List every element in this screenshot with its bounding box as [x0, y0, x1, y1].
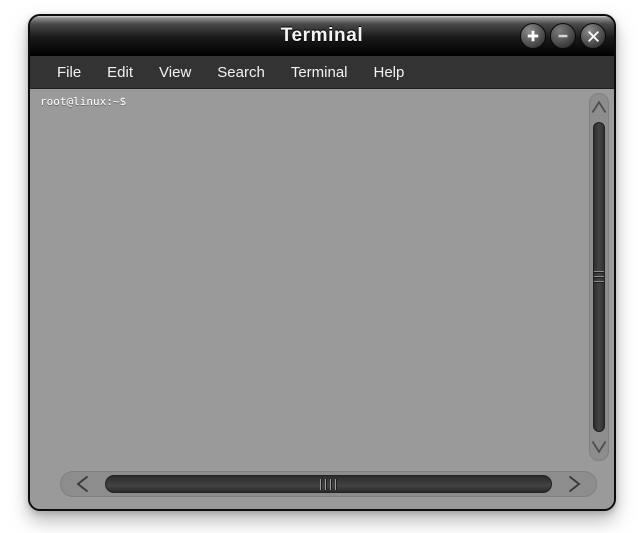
chevron-up-icon — [591, 100, 607, 114]
title-bar[interactable]: Terminal — [30, 16, 614, 56]
menu-item-file[interactable]: File — [44, 61, 94, 84]
vertical-scroll-track[interactable] — [590, 118, 608, 436]
maximize-button[interactable] — [520, 23, 546, 49]
vertical-thumb-grip — [594, 271, 604, 283]
scroll-down-button[interactable] — [590, 436, 608, 458]
horizontal-thumb-grip — [320, 478, 337, 490]
menu-item-edit[interactable]: Edit — [94, 61, 146, 84]
menu-item-terminal[interactable]: Terminal — [278, 61, 361, 84]
vertical-scrollbar-trough[interactable] — [589, 93, 609, 461]
horizontal-scrollbar-trough[interactable] — [60, 471, 597, 497]
menu-item-help[interactable]: Help — [361, 61, 418, 84]
terminal-output-area[interactable]: root@linux:~$ — [30, 89, 586, 465]
scroll-right-button[interactable] — [554, 472, 594, 496]
chevron-left-icon — [75, 475, 91, 493]
page-title: Terminal — [280, 25, 364, 46]
terminal-body: root@linux:~$ — [30, 89, 614, 465]
scroll-up-button[interactable] — [590, 96, 608, 118]
horizontal-scroll-track[interactable] — [103, 472, 554, 496]
scroll-left-button[interactable] — [63, 472, 103, 496]
close-button[interactable] — [580, 23, 606, 49]
plus-icon — [526, 29, 540, 43]
minimize-button[interactable] — [550, 23, 576, 49]
vertical-scroll-thumb[interactable] — [593, 122, 605, 432]
horizontal-scrollbar[interactable] — [30, 465, 614, 509]
chevron-down-icon — [591, 440, 607, 454]
terminal-window: Terminal File Edit View Search Terminal … — [28, 14, 616, 511]
shell-prompt: root@linux:~$ — [40, 95, 127, 108]
minus-icon — [556, 29, 570, 43]
window-controls — [520, 23, 606, 49]
vertical-scrollbar[interactable] — [586, 89, 614, 465]
chevron-right-icon — [566, 475, 582, 493]
horizontal-scroll-thumb[interactable] — [105, 475, 552, 493]
menu-bar: File Edit View Search Terminal Help — [30, 56, 614, 89]
menu-item-search[interactable]: Search — [204, 61, 278, 84]
close-icon — [586, 29, 601, 44]
menu-item-view[interactable]: View — [146, 61, 204, 84]
